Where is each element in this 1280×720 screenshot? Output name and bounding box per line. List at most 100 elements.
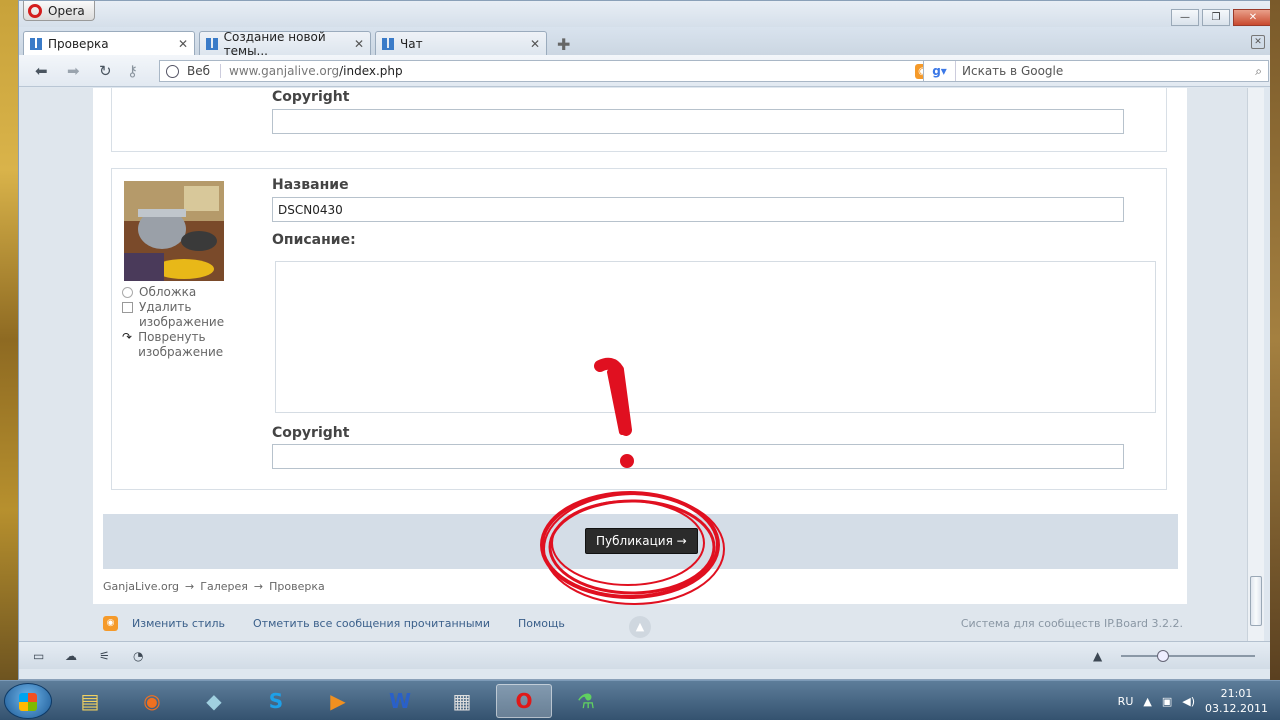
delete-option[interactable]: Удалить изображение <box>122 300 232 330</box>
scrollbar-thumb[interactable] <box>1250 576 1262 626</box>
cover-radio[interactable] <box>122 287 133 298</box>
globe-icon <box>166 64 179 78</box>
title-bar: Opera — ❐ ✕ <box>19 1 1279 27</box>
tab-close-icon[interactable]: ✕ <box>354 37 364 51</box>
panel-toggle-icon[interactable]: ▭ <box>33 649 44 663</box>
turbo-icon[interactable]: ⚟ <box>99 649 110 663</box>
notepad-icon[interactable]: ◆ <box>186 684 242 718</box>
opera-unite-icon[interactable]: ☁ <box>65 649 77 663</box>
powered-by-text: Система для сообществ IP.Board 3.2.2. <box>960 616 1183 630</box>
trash-icon[interactable]: ✕ <box>1251 35 1265 49</box>
thumbnail-photo <box>124 181 224 281</box>
tab-chat[interactable]: Чат ✕ <box>375 31 547 55</box>
breadcrumb-home[interactable]: GanjaLive.org <box>103 580 179 593</box>
key-icon[interactable]: ⚷ <box>127 62 138 80</box>
cover-label: Обложка <box>139 285 197 299</box>
explorer-icon[interactable]: ▤ <box>62 684 118 718</box>
show-hidden-icons-icon[interactable]: ▲ <box>1143 695 1151 708</box>
title-label: Название <box>272 177 349 193</box>
clock[interactable]: 21:01 03.12.2011 <box>1205 686 1268 716</box>
firefox-icon[interactable]: ◉ <box>124 684 180 718</box>
app-icon[interactable]: ⚗ <box>558 684 614 718</box>
clock-time: 21:01 <box>1220 687 1253 700</box>
tab-proverka[interactable]: Проверка ✕ <box>23 31 195 55</box>
vertical-scrollbar[interactable] <box>1247 88 1264 641</box>
breadcrumb-current: Проверка <box>269 580 325 593</box>
windows-logo-icon <box>19 693 37 711</box>
url-host: www.ganjalive.org <box>229 64 340 78</box>
url-text[interactable]: www.ganjalive.org/index.php <box>229 64 403 78</box>
desktop-background-right <box>1270 0 1280 680</box>
word-icon[interactable]: W <box>372 684 428 718</box>
zoom-up-icon[interactable]: ▲ <box>1093 649 1102 663</box>
google-icon[interactable]: g▾ <box>924 61 956 81</box>
copyright-label: Copyright <box>272 425 350 441</box>
copyright-input[interactable] <box>272 109 1124 134</box>
title-input[interactable]: DSCN0430 <box>272 197 1124 222</box>
address-field[interactable]: Веб www.ganjalive.org/index.php ◉ <box>159 60 935 82</box>
clock-date: 03.12.2011 <box>1205 702 1268 715</box>
address-toolbar: ⬅ ➡ ↻ ⚷ Веб www.ganjalive.org/index.php … <box>19 55 1279 87</box>
zoom-slider-handle[interactable] <box>1157 650 1169 662</box>
back-arrow-icon[interactable]: ⬅ <box>35 62 48 80</box>
description-label: Описание: <box>272 232 356 248</box>
site-favicon-icon <box>382 37 394 50</box>
publish-button[interactable]: Публикация → <box>585 528 698 554</box>
tab-new-topic[interactable]: Создание новой темы... ✕ <box>199 29 371 58</box>
change-style-link[interactable]: Изменить стиль <box>132 617 225 630</box>
search-input[interactable]: Искать в Google <box>956 64 1063 78</box>
speedometer-icon[interactable]: ◔ <box>133 649 143 663</box>
status-bar: ▭ ☁ ⚟ ◔ ▲ <box>19 641 1280 669</box>
opera-menu-button[interactable]: Opera <box>23 1 95 21</box>
reload-icon[interactable]: ↻ <box>99 62 112 80</box>
network-icon[interactable]: ▣ <box>1162 695 1172 708</box>
close-button[interactable]: ✕ <box>1233 9 1273 26</box>
system-tray: RU ▲ ▣ ◀) 21:01 03.12.2011 <box>1118 681 1280 720</box>
breadcrumb: GanjaLive.org → Галерея → Проверка <box>103 580 325 593</box>
start-button[interactable] <box>4 683 52 719</box>
windows-taskbar: ▤ ◉ ◆ S ▶ W ▦ O ⚗ RU ▲ ▣ ◀) 21:01 03.12.… <box>0 680 1280 720</box>
page-body: Copyright Обложка Удалить изображение ↷ … <box>93 88 1187 604</box>
volume-icon[interactable]: ◀) <box>1182 695 1195 708</box>
tab-label: Создание новой темы... <box>223 29 326 58</box>
new-tab-icon[interactable]: ✚ <box>557 35 570 54</box>
zoom-slider[interactable] <box>1121 655 1255 657</box>
help-link[interactable]: Помощь <box>518 617 565 630</box>
tab-label: Проверка <box>48 36 109 51</box>
minimize-button[interactable]: — <box>1171 9 1199 26</box>
search-icon[interactable]: ⌕ <box>1255 64 1262 79</box>
skype-icon[interactable]: S <box>248 684 304 718</box>
copyright-input[interactable] <box>272 444 1124 469</box>
maximize-button[interactable]: ❐ <box>1202 9 1230 26</box>
image-options: Обложка Удалить изображение ↷ Повренуть … <box>122 285 232 360</box>
language-indicator[interactable]: RU <box>1118 695 1134 708</box>
media-player-icon[interactable]: ▶ <box>310 684 366 718</box>
tab-bar: Проверка ✕ Создание новой темы... ✕ Чат … <box>19 27 1279 58</box>
opera-icon[interactable]: O <box>496 684 552 718</box>
address-mode-label: Веб <box>187 64 222 78</box>
scroll-to-top-icon[interactable]: ▲ <box>629 616 651 638</box>
cover-option[interactable]: Обложка <box>122 285 232 300</box>
rotate-option[interactable]: ↷ Повренуть изображение <box>122 330 232 360</box>
description-textarea[interactable] <box>275 261 1156 413</box>
forward-arrow-icon[interactable]: ➡ <box>67 62 80 80</box>
image-edit-block-previous: Copyright <box>111 88 1167 152</box>
media-player-classic-icon[interactable]: ▦ <box>434 684 490 718</box>
delete-checkbox[interactable] <box>122 302 133 313</box>
rotate-icon[interactable]: ↷ <box>122 330 132 345</box>
breadcrumb-gallery[interactable]: Галерея <box>200 580 248 593</box>
breadcrumb-separator: → <box>253 580 264 593</box>
rotate-label[interactable]: Повренуть изображение <box>138 330 232 360</box>
opera-menu-label: Opera <box>48 3 85 18</box>
opera-logo-icon <box>28 3 42 18</box>
tab-close-icon[interactable]: ✕ <box>178 37 188 51</box>
tab-close-icon[interactable]: ✕ <box>530 37 540 51</box>
rss-icon[interactable]: ◉ <box>103 615 118 631</box>
mark-all-read-link[interactable]: Отметить все сообщения прочитанными <box>253 617 490 630</box>
copyright-label: Copyright <box>272 89 350 105</box>
image-thumbnail <box>124 181 224 281</box>
publish-bar: Публикация → <box>103 514 1178 569</box>
url-path: /index.php <box>339 64 403 78</box>
search-box[interactable]: g▾ Искать в Google ⌕ <box>923 60 1269 82</box>
tab-label: Чат <box>400 36 423 51</box>
